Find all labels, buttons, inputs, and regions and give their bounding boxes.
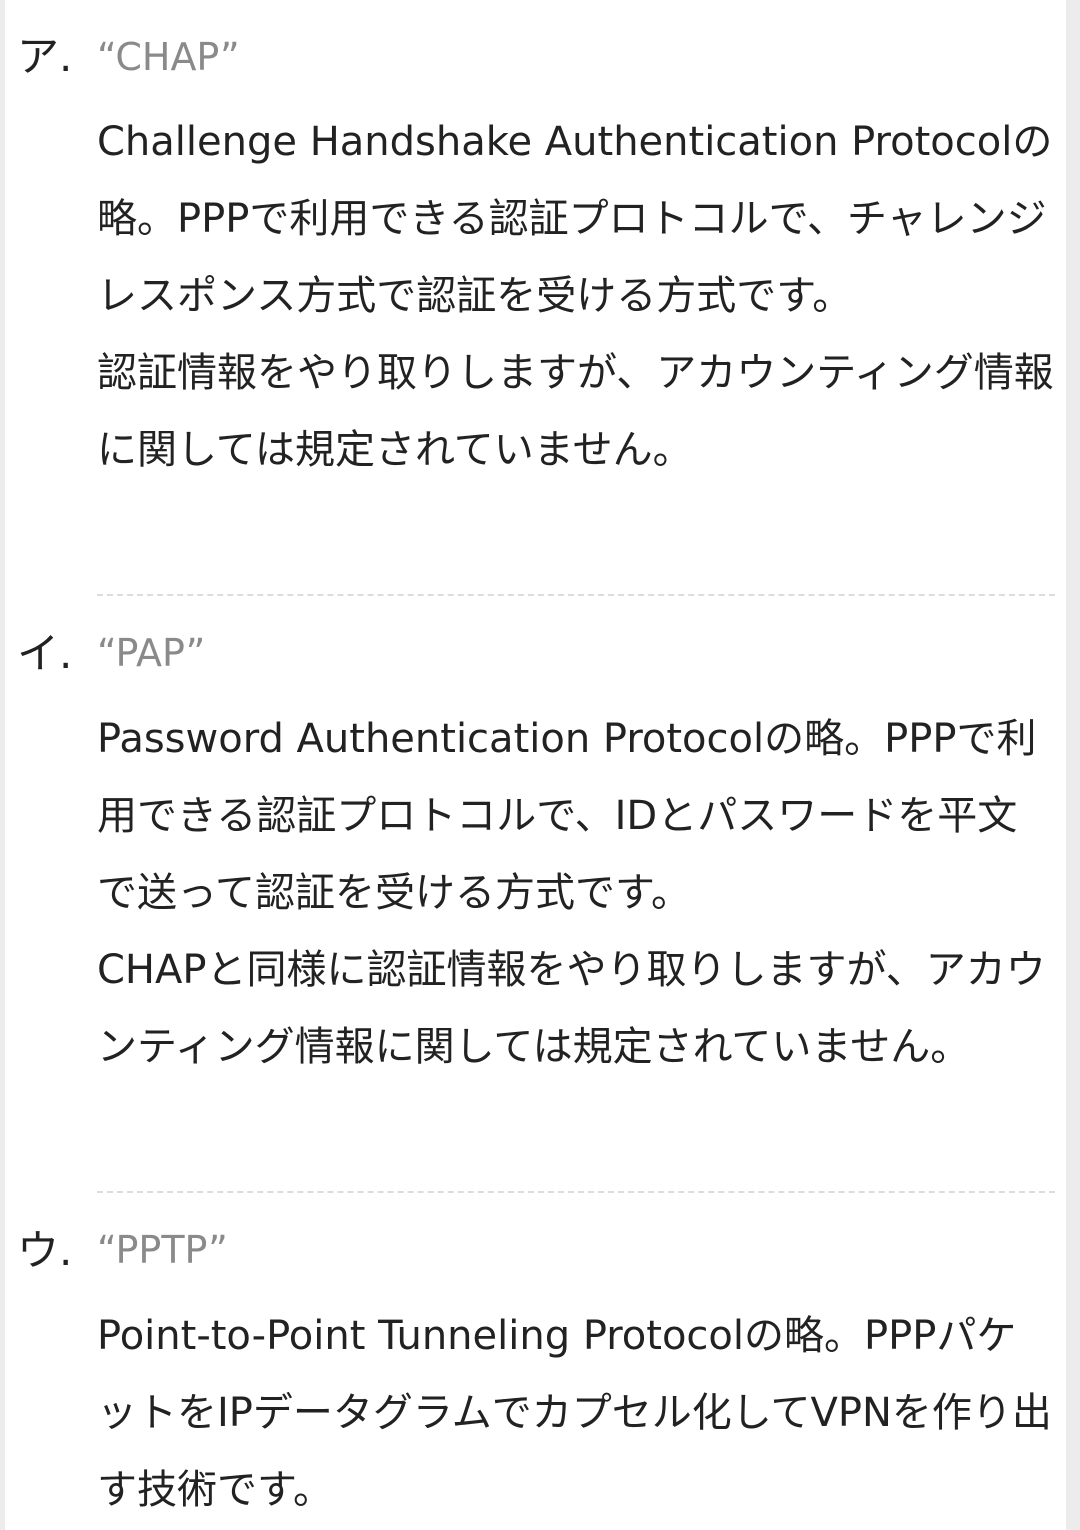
description-paragraph: Password Authentication Protocolの略。PPPで利… [97, 716, 1037, 916]
right-edge [1066, 0, 1080, 1530]
choice-description-chap: Challenge Handshake Authentication Proto… [97, 104, 1055, 489]
description-paragraph: CHAPと同様に認証情報をやり取りしますが、アカウンティング情報に関しては規定さ… [97, 947, 1046, 1070]
choice-description-pptp: Point-to-Point Tunneling Protocolの略。PPPパ… [97, 1298, 1055, 1529]
description-paragraph: Challenge Handshake Authentication Proto… [97, 119, 1053, 319]
choice-mark-a: ア. [17, 32, 73, 81]
description-paragraph: 認証情報をやり取りしますが、アカウンティング情報に関しては規定されていません。 [97, 350, 1054, 473]
choice-divider [97, 594, 1055, 596]
choice-mark-i: イ. [17, 629, 73, 678]
choice-term-pap: “PAP” [97, 631, 206, 675]
choice-term-pptp: “PPTP” [97, 1228, 228, 1272]
left-edge [0, 0, 5, 1530]
answer-explanation-panel: ア. “CHAP” Challenge Handshake Authentica… [0, 0, 1080, 1530]
choice-mark-u: ウ. [17, 1226, 73, 1275]
choice-term-chap: “CHAP” [97, 35, 240, 79]
choice-description-pap: Password Authentication Protocolの略。PPPで利… [97, 701, 1055, 1086]
description-paragraph: Point-to-Point Tunneling Protocolの略。PPPパ… [97, 1313, 1052, 1513]
choice-divider [97, 1191, 1055, 1193]
